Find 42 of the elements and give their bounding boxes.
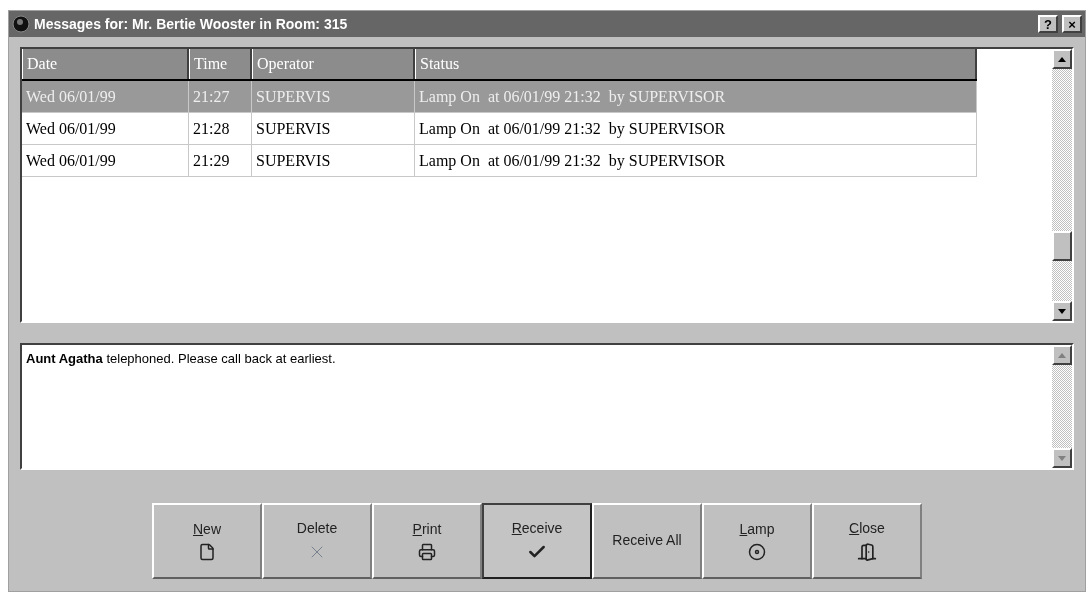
message-text: Aunt Agatha telephoned. Please call back at earliest. [26,351,336,366]
down-arrow-icon [1058,308,1066,314]
scroll-down-button[interactable] [1052,448,1072,468]
scrollbar[interactable] [1052,49,1072,321]
down-arrow-icon [1058,455,1066,461]
up-arrow-icon [1058,56,1066,62]
scroll-up-button[interactable] [1052,49,1072,69]
table-cell: Lamp On at 06/01/99 21:32 by SUPERVISOR [415,81,977,112]
page-icon [198,542,216,561]
table-cell: Lamp On at 06/01/99 21:32 by SUPERVISOR [415,113,977,144]
scroll-up-button[interactable] [1052,345,1072,365]
toolbar-button[interactable]: New [152,503,262,579]
window-title: Messages for: Mr. Bertie Wooster in Room: 315 [34,14,348,34]
table-cell: Wed 06/01/99 [22,81,189,112]
scroll-thumb[interactable] [1052,231,1072,261]
app-icon [12,15,30,33]
table-cell: 21:28 [189,113,252,144]
toolbar-button[interactable]: Lamp [702,503,812,579]
scroll-down-button[interactable] [1052,301,1072,321]
table-cell: Wed 06/01/99 [22,113,189,144]
table-cell: Lamp On at 06/01/99 21:32 by SUPERVISOR [415,145,977,176]
table-row[interactable]: Wed 06/01/99 21:28 SUPERVIS Lamp On at 06/01/99 21:32 by SUPERVISOR [22,113,977,145]
toolbar-button[interactable]: Receive [482,503,592,579]
toolbar-button[interactable]: Delete [262,503,372,579]
close-button[interactable]: × [1062,15,1082,33]
toolbar-button[interactable]: Print [372,503,482,579]
message-box[interactable]: Aunt Agatha telephoned. Please call back at earliest. [20,343,1074,470]
table-cell: SUPERVIS [252,113,415,144]
table-cell: 21:27 [189,81,252,112]
up-arrow-icon [1058,352,1066,358]
lamp-icon [748,542,766,561]
table-row[interactable]: Wed 06/01/99 21:29 SUPERVIS Lamp On at 06/01/99 21:32 by SUPERVISOR [22,145,977,177]
table-cell: Wed 06/01/99 [22,145,189,176]
toolbar-button[interactable]: Close [812,503,922,579]
toolbar-button[interactable]: Receive All [592,503,702,579]
table-cell: SUPERVIS [252,145,415,176]
door-icon [857,541,877,562]
table-cell: 21:29 [189,145,252,176]
table-cell: SUPERVIS [252,81,415,112]
help-button[interactable]: ? [1038,15,1058,33]
scrollbar[interactable] [1052,345,1072,468]
printer-icon [418,542,436,561]
